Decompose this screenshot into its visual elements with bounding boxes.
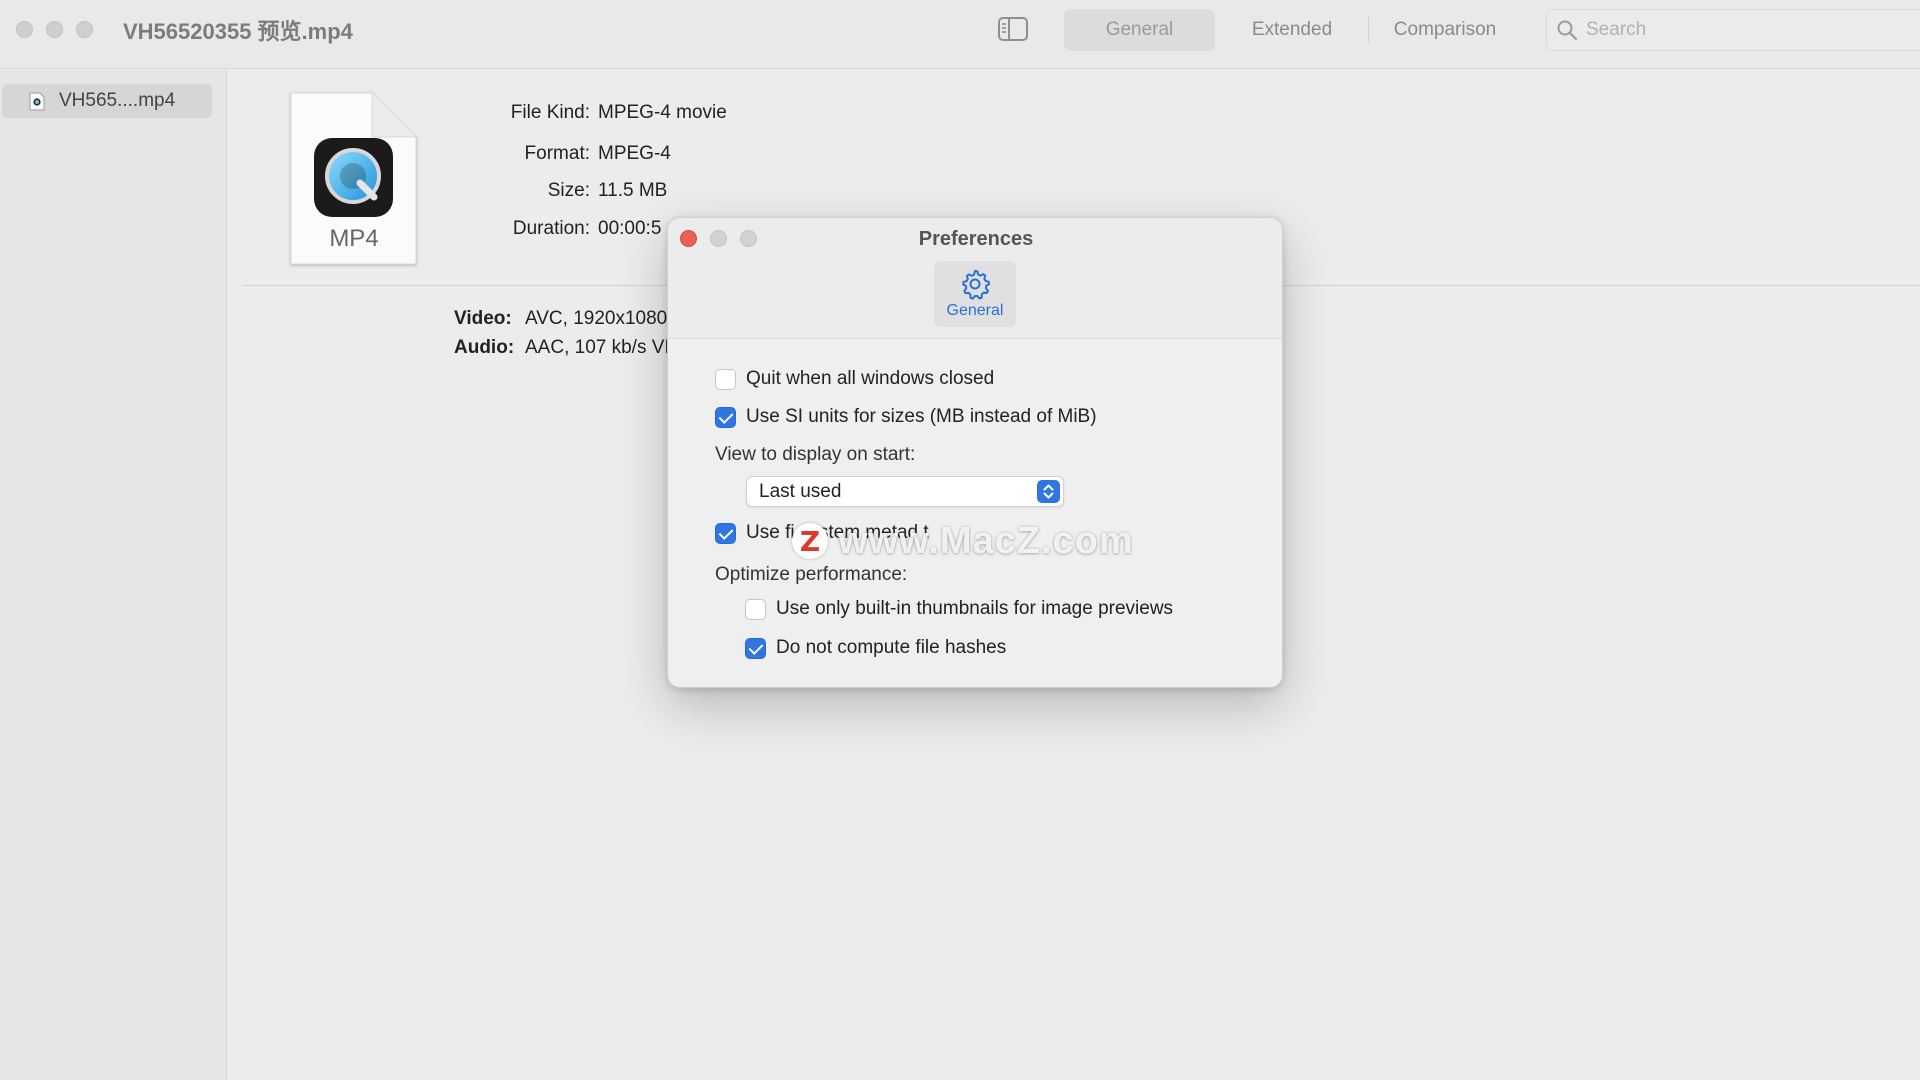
sidebar-item-label: VH565....mp4 xyxy=(59,90,176,111)
view-on-start-label: View to display on start: xyxy=(715,444,916,465)
window-title: VH56520355 预览.mp4 xyxy=(123,19,353,44)
sidebar: VH565....mp4 xyxy=(0,70,227,1080)
builtin-thumbnails-label: Use only built-in thumbnails for image p… xyxy=(776,598,1174,619)
search-input[interactable] xyxy=(1586,14,1906,46)
tab-comparison[interactable]: Comparison xyxy=(1372,9,1518,51)
info-key: Size: xyxy=(547,180,590,201)
watermark-text: www.MacZ.com xyxy=(838,520,1134,562)
info-value-format: MPEG-4 xyxy=(598,143,671,164)
quit-when-closed-checkbox[interactable] xyxy=(715,369,736,390)
window-close-button[interactable] xyxy=(16,21,33,38)
select-stepper xyxy=(1037,480,1060,503)
track-key-video: Video: xyxy=(454,308,512,329)
watermark-logo-letter: Z xyxy=(799,525,821,558)
preferences-tab-general[interactable]: General xyxy=(934,261,1016,327)
info-value-duration: 00:00:5 xyxy=(598,218,662,239)
watermark-logo: Z xyxy=(792,523,828,559)
file-mini-icon xyxy=(29,92,45,111)
preferences-title: Preferences xyxy=(918,228,1034,250)
sidebar-toggle-icon[interactable] xyxy=(998,17,1028,41)
si-units-label: Use SI units for sizes (MB instead of Mi… xyxy=(746,406,1097,427)
track-value-video: AVC, 1920x1080 xyxy=(525,308,668,329)
info-value-file-kind: MPEG-4 movie xyxy=(598,102,727,123)
window-toolbar: VH56520355 预览.mp4 General Extended Compa… xyxy=(0,0,1920,69)
file-system-metadata-checkbox[interactable] xyxy=(715,523,736,544)
search-icon xyxy=(1557,20,1578,41)
info-key: File Kind: xyxy=(510,102,590,123)
optimize-performance-label: Optimize performance: xyxy=(715,564,908,585)
quit-when-closed-label: Quit when all windows closed xyxy=(746,368,995,389)
window-minimize-button[interactable] xyxy=(46,21,63,38)
chevron-updown-icon xyxy=(1043,484,1054,499)
builtin-thumbnails-checkbox[interactable] xyxy=(745,599,766,620)
info-value-size: 11.5 MB xyxy=(598,180,668,201)
no-file-hashes-label: Do not compute file hashes xyxy=(776,637,1007,658)
window-zoom-button[interactable] xyxy=(76,21,93,38)
preferences-tab-label: General xyxy=(946,302,1004,319)
view-on-start-select[interactable]: Last used xyxy=(746,476,1064,507)
info-key: Format: xyxy=(524,143,590,164)
preferences-header: Preferences General xyxy=(668,218,1282,339)
sidebar-item-file[interactable]: VH565....mp4 xyxy=(2,84,212,118)
tab-general[interactable]: General xyxy=(1064,9,1215,51)
si-units-checkbox[interactable] xyxy=(715,407,736,428)
view-on-start-value: Last used xyxy=(759,481,842,502)
gear-icon xyxy=(962,269,991,300)
preferences-dialog: Preferences General Quit when all window… xyxy=(667,217,1283,688)
no-file-hashes-checkbox[interactable] xyxy=(745,638,766,659)
track-key-audio: Audio: xyxy=(454,337,515,358)
track-value-audio: AAC, 107 kb/s VI xyxy=(525,337,670,358)
segment-divider xyxy=(1368,17,1369,43)
tab-extended[interactable]: Extended xyxy=(1219,9,1365,51)
file-type-label: MP4 xyxy=(329,225,379,252)
info-key: Duration: xyxy=(512,218,590,239)
